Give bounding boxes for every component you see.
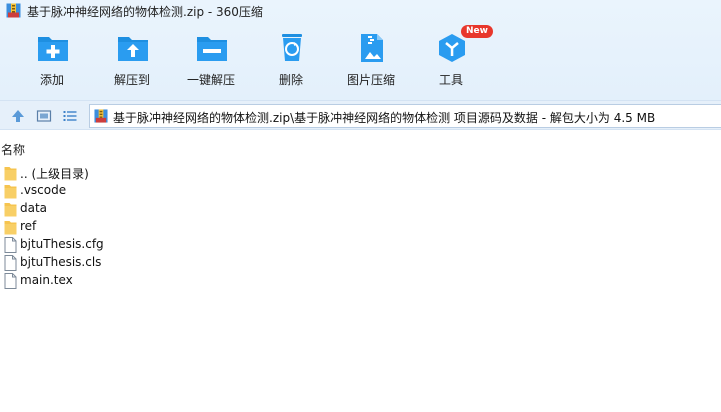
one-click-extract-label: 一键解压 [186, 73, 235, 87]
file-name: .vscode [20, 183, 67, 197]
extract-to-icon [116, 32, 150, 64]
address-path: 基于脉冲神经网络的物体检测.zip\基于脉冲神经网络的物体检测 项目源码及数据 … [113, 111, 656, 125]
folder-icon [4, 165, 17, 181]
list-item[interactable]: bjtuThesis.cls [0, 254, 721, 272]
thumbnail-view-icon[interactable] [36, 108, 52, 124]
up-arrow-icon[interactable] [10, 108, 26, 124]
delete-button[interactable]: 删除 [251, 28, 331, 92]
extract-to-button[interactable]: 解压到 [92, 28, 172, 92]
delete-label: 删除 [278, 73, 303, 87]
new-badge: New [461, 25, 493, 38]
list-item[interactable]: .vscode [0, 182, 721, 200]
file-name: main.tex [20, 273, 73, 287]
zip-archive-icon [94, 109, 108, 123]
folder-icon [4, 183, 17, 199]
list-item[interactable]: ref [0, 218, 721, 236]
list-item[interactable]: main.tex [0, 272, 721, 290]
list-item[interactable]: bjtuThesis.cfg [0, 236, 721, 254]
file-name: data [20, 201, 48, 215]
file-name: bjtuThesis.cfg [20, 237, 104, 251]
add-icon [36, 32, 70, 64]
column-header-name[interactable]: 名称 [1, 141, 25, 158]
document-icon [4, 237, 17, 253]
list-item[interactable]: data [0, 200, 721, 218]
zip-archive-icon [6, 3, 21, 18]
folder-icon [4, 219, 17, 235]
window-title: 基于脉冲神经网络的物体检测.zip - 360压缩 [27, 5, 263, 19]
tools-button[interactable]: New 工具 [411, 25, 493, 92]
list-view-icon[interactable] [62, 108, 78, 124]
top-area: 基于脉冲神经网络的物体检测.zip - 360压缩 添加 解压到 一键解压 删除… [0, 0, 721, 100]
add-button[interactable]: 添加 [12, 28, 92, 92]
extract-to-label: 解压到 [113, 73, 150, 87]
recycle-bin-icon [275, 32, 309, 64]
one-click-extract-icon [195, 32, 229, 64]
document-icon [4, 273, 17, 289]
image-compress-icon [355, 32, 389, 64]
document-icon [4, 255, 17, 271]
file-name: ref [20, 219, 37, 233]
image-compress-label: 图片压缩 [346, 73, 395, 87]
image-compress-button[interactable]: 图片压缩 [331, 28, 411, 92]
folder-icon [4, 201, 17, 217]
file-name: .. (上级目录) [20, 167, 89, 181]
file-name: bjtuThesis.cls [20, 255, 102, 269]
column-header: 名称 [0, 138, 721, 158]
toolbar: 添加 解压到 一键解压 删除 图片压缩 New 工具 [0, 25, 721, 94]
list-item-parent-directory[interactable]: .. (上级目录) [0, 164, 721, 182]
add-label: 添加 [39, 73, 64, 87]
address-field[interactable]: 基于脉冲神经网络的物体检测.zip\基于脉冲神经网络的物体检测 项目源码及数据 … [89, 104, 721, 128]
title-bar: 基于脉冲神经网络的物体检测.zip - 360压缩 [0, 0, 721, 22]
one-click-extract-button[interactable]: 一键解压 [171, 28, 251, 92]
address-bar: 基于脉冲神经网络的物体检测.zip\基于脉冲神经网络的物体检测 项目源码及数据 … [0, 100, 721, 130]
tools-label: 工具 [438, 73, 463, 87]
